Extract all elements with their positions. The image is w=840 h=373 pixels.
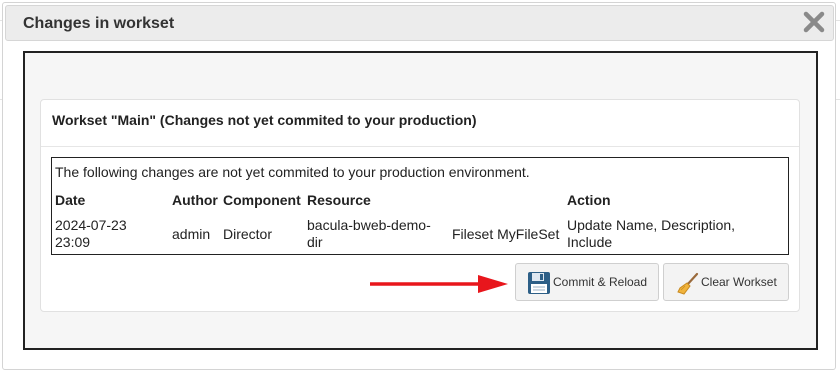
column-header-author: Author — [172, 192, 218, 208]
cell-date: 2024-07-23 23:09 — [55, 217, 127, 251]
close-icon[interactable] — [801, 9, 827, 35]
cell-action: Update Name, Description, Include — [567, 217, 735, 251]
dialog-titlebar: Changes in workset — [5, 5, 834, 41]
resource-name-part2: dir — [307, 234, 323, 250]
panel-divider — [41, 146, 799, 147]
column-header-component: Component — [223, 192, 301, 208]
date-value: 2024-07-23 — [55, 217, 127, 233]
column-header-action: Action — [567, 192, 611, 208]
changes-table: The following changes are not yet commit… — [51, 157, 789, 255]
dialog-title: Changes in workset — [23, 15, 175, 32]
commit-reload-button[interactable]: Commit & Reload — [515, 263, 659, 301]
panel-title: Workset "Main" (Changes not yet commited… — [52, 112, 477, 128]
cell-component: Director — [223, 226, 273, 242]
changes-intro: The following changes are not yet commit… — [55, 164, 530, 180]
cell-author: admin — [172, 226, 211, 242]
time-value: 23:09 — [55, 234, 91, 250]
clear-workset-label: Clear Workset — [701, 275, 777, 289]
cell-resource-type: Fileset MyFileSet — [452, 226, 560, 242]
column-header-date: Date — [55, 192, 86, 208]
column-header-resource: Resource — [307, 192, 371, 208]
action-text-part2: Include — [567, 234, 613, 250]
action-text-part1: Update Name, Description, — [567, 217, 736, 233]
broom-icon — [676, 272, 700, 299]
floppy-disk-icon — [527, 271, 551, 298]
clear-workset-button[interactable]: Clear Workset — [663, 263, 789, 301]
commit-reload-label: Commit & Reload — [553, 275, 648, 289]
red-arrow-icon — [370, 275, 508, 293]
resource-name-part1: bacula-bweb-demo- — [307, 217, 431, 233]
cell-resource: bacula-bweb-demo- dir — [307, 217, 431, 251]
